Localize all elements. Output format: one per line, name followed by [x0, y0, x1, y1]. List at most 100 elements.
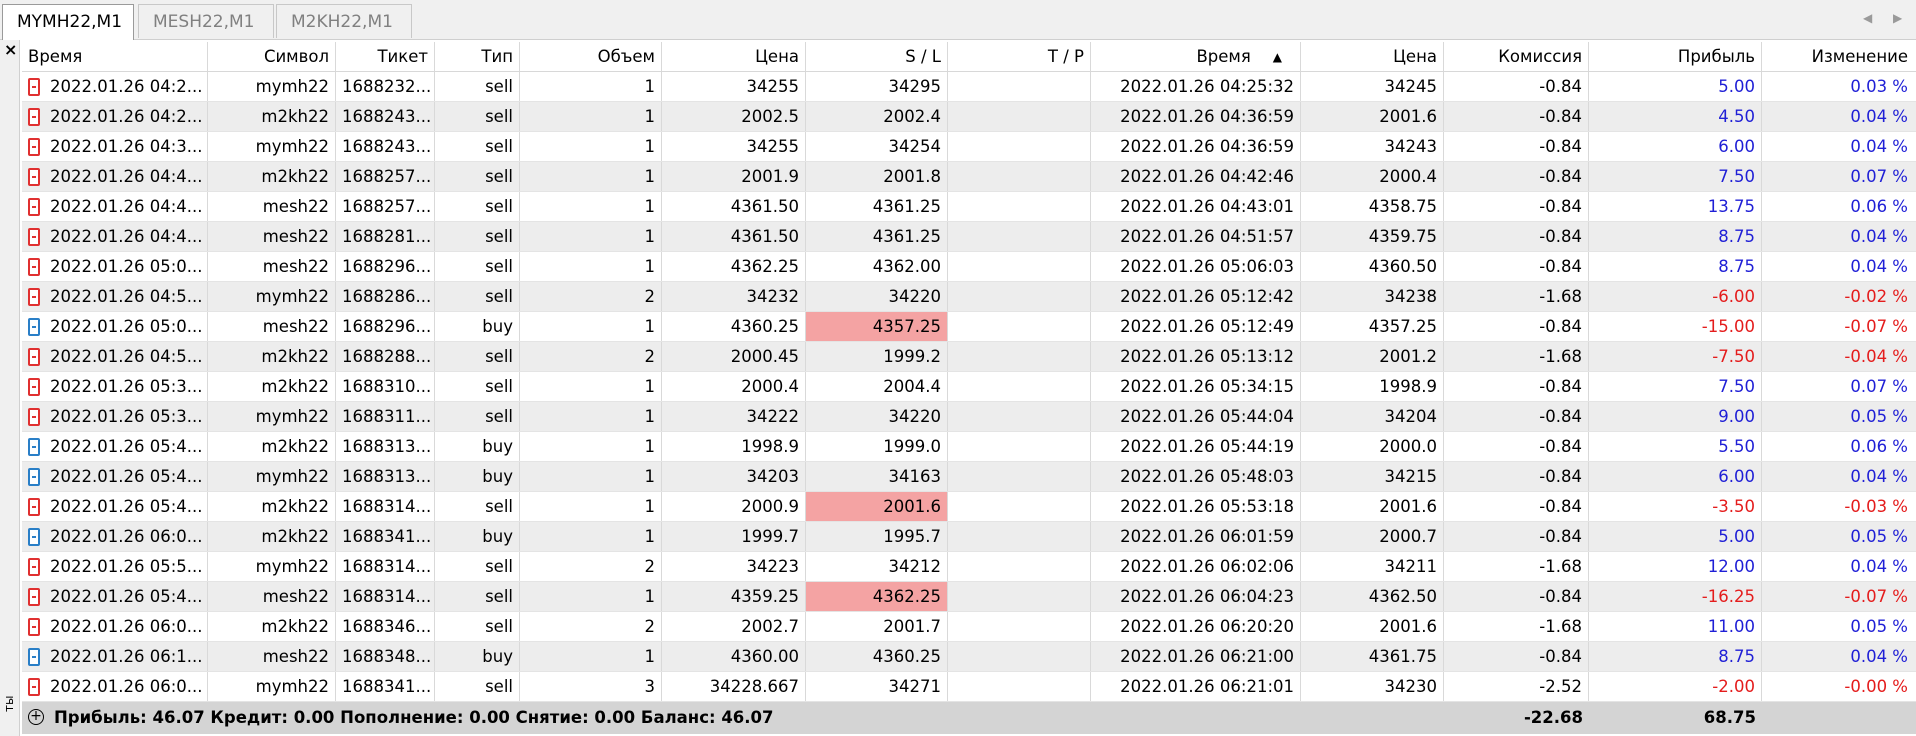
column-header-commission[interactable]: Комиссия [1444, 42, 1589, 71]
table-row[interactable]: 2022.01.26 05:4... mymh22 1688313... buy 1 34… [22, 462, 1916, 492]
cell-symbol: mymh22 [208, 462, 336, 491]
table-row[interactable]: 2022.01.26 06:0... m2kh22 1688341... buy 1 19… [22, 522, 1916, 552]
column-header-volume[interactable]: Объем [520, 42, 662, 71]
toolbox-label[interactable]: ты [2, 696, 16, 712]
buy-deal-icon [28, 318, 40, 336]
column-header-tp[interactable]: T / P [948, 42, 1091, 71]
cell-commission: -0.84 [1444, 642, 1589, 671]
cell-commission: -1.68 [1444, 282, 1589, 311]
cell-close-price: 4362.50 [1301, 582, 1444, 611]
column-header-type[interactable]: Тип [435, 42, 520, 71]
cell-tp [948, 612, 1091, 641]
cell-tp [948, 522, 1091, 551]
cell-sl: 1995.7 [806, 522, 948, 551]
cell-symbol: m2kh22 [208, 432, 336, 461]
tab-mymh22-m1[interactable]: MYMH22,M1 [2, 4, 134, 40]
cell-tp [948, 582, 1091, 611]
cell-price: 2002.5 [662, 102, 806, 131]
cell-sl: 34220 [806, 402, 948, 431]
table-row[interactable]: 2022.01.26 05:3... mymh22 1688311... sell 1 3… [22, 402, 1916, 432]
table-row[interactable]: 2022.01.26 04:5... mymh22 1688286... sell 2 3… [22, 282, 1916, 312]
cell-close-price: 4359.75 [1301, 222, 1444, 251]
cell-volume: 1 [520, 372, 662, 401]
tab-m2kh22-m1[interactable]: M2KH22,M1 [276, 4, 412, 38]
sell-deal-icon [28, 408, 40, 426]
cell-type: sell [435, 372, 520, 401]
cell-symbol: mesh22 [208, 222, 336, 251]
cell-volume: 1 [520, 72, 662, 101]
cell-open-time: 2022.01.26 05:4... [22, 492, 208, 521]
open-time-text: 2022.01.26 04:2... [50, 107, 203, 126]
cell-profit: -16.25 [1589, 582, 1762, 611]
column-header-ticket[interactable]: Тикет [336, 42, 435, 71]
cell-ticket: 1688243... [336, 102, 435, 131]
total-commission: -22.68 [1523, 708, 1583, 727]
table-row[interactable]: 2022.01.26 04:4... mesh22 1688257... sell 1 4… [22, 192, 1916, 222]
cell-type: sell [435, 552, 520, 581]
cell-tp [948, 282, 1091, 311]
column-header-sl[interactable]: S / L [806, 42, 948, 71]
close-icon[interactable]: × [4, 40, 17, 59]
table-row[interactable]: 2022.01.26 05:4... m2kh22 1688314... sell 1 2… [22, 492, 1916, 522]
open-time-text: 2022.01.26 05:0... [50, 257, 203, 276]
column-header-price[interactable]: Цена [662, 42, 806, 71]
column-header-close-price[interactable]: Цена [1301, 42, 1444, 71]
cell-sl: 4362.00 [806, 252, 948, 281]
cell-sl: 2001.7 [806, 612, 948, 641]
cell-ticket: 1688314... [336, 492, 435, 521]
cell-commission: -0.84 [1444, 432, 1589, 461]
cell-volume: 1 [520, 132, 662, 161]
cell-volume: 2 [520, 342, 662, 371]
column-header-change[interactable]: Изменение [1762, 42, 1914, 71]
cell-type: sell [435, 192, 520, 221]
cell-volume: 2 [520, 282, 662, 311]
table-row[interactable]: 2022.01.26 05:5... mymh22 1688314... sell 2 3… [22, 552, 1916, 582]
open-time-text: 2022.01.26 05:4... [50, 437, 203, 456]
expand-icon[interactable]: + [28, 709, 44, 725]
cell-open-time: 2022.01.26 04:3... [22, 132, 208, 161]
cell-symbol: mymh22 [208, 552, 336, 581]
cell-close-time: 2022.01.26 05:48:03 [1091, 462, 1301, 491]
table-row[interactable]: 2022.01.26 06:0... mymh22 1688341... sell 3 3… [22, 672, 1916, 702]
cell-change: 0.07 % [1850, 167, 1908, 186]
table-row[interactable]: 2022.01.26 05:0... mesh22 1688296... sell 1 4… [22, 252, 1916, 282]
cell-open-time: 2022.01.26 06:0... [22, 612, 208, 641]
cell-profit: 6.00 [1589, 132, 1762, 161]
cell-price: 34228.667 [662, 672, 806, 701]
scroll-right-icon[interactable]: ▶ [1893, 11, 1902, 25]
tab-mesh22-m1[interactable]: MESH22,M1 [138, 4, 274, 38]
cell-open-time: 2022.01.26 05:3... [22, 402, 208, 431]
table-row[interactable]: 2022.01.26 04:4... m2kh22 1688257... sell 1 2… [22, 162, 1916, 192]
cell-ticket: 1688257... [336, 162, 435, 191]
table-row[interactable]: 2022.01.26 04:2... m2kh22 1688243... sell 1 2… [22, 102, 1916, 132]
cell-symbol: m2kh22 [208, 492, 336, 521]
cell-tp [948, 342, 1091, 371]
table-row[interactable]: 2022.01.26 04:3... mymh22 1688243... sell 1 3… [22, 132, 1916, 162]
cell-volume: 1 [520, 522, 662, 551]
cell-change: -0.03 % [1844, 497, 1908, 516]
column-header-symbol[interactable]: Символ [208, 42, 336, 71]
table-row[interactable]: 2022.01.26 05:4... m2kh22 1688313... buy 1 19… [22, 432, 1916, 462]
cell-ticket: 1688341... [336, 522, 435, 551]
table-row[interactable]: 2022.01.26 04:5... m2kh22 1688288... sell 2 2… [22, 342, 1916, 372]
cell-open-time: 2022.01.26 04:5... [22, 282, 208, 311]
cell-type: sell [435, 72, 520, 101]
column-header-profit[interactable]: Прибыль [1589, 42, 1762, 71]
column-header-open-time[interactable]: Время [22, 42, 208, 71]
table-row[interactable]: 2022.01.26 05:3... m2kh22 1688310... sell 1 2… [22, 372, 1916, 402]
cell-price: 4362.25 [662, 252, 806, 281]
cell-type: sell [435, 342, 520, 371]
table-row[interactable]: 2022.01.26 04:4... mesh22 1688281... sell 1 4… [22, 222, 1916, 252]
table-row[interactable]: 2022.01.26 04:2... mymh22 1688232... sell 1 3… [22, 72, 1916, 102]
open-time-text: 2022.01.26 05:3... [50, 377, 203, 396]
scroll-left-icon[interactable]: ◀ [1863, 11, 1872, 25]
open-time-text: 2022.01.26 04:2... [50, 77, 203, 96]
column-header-close-time[interactable]: Время ▲ [1091, 42, 1301, 71]
table-row[interactable]: 2022.01.26 06:1... mesh22 1688348... buy 1 43… [22, 642, 1916, 672]
cell-sl: 2001.8 [806, 162, 948, 191]
cell-close-time: 2022.01.26 04:42:46 [1091, 162, 1301, 191]
table-row[interactable]: 2022.01.26 06:0... m2kh22 1688346... sell 2 2… [22, 612, 1916, 642]
table-row[interactable]: 2022.01.26 05:4... mesh22 1688314... sell 1 4… [22, 582, 1916, 612]
buy-deal-icon [28, 648, 40, 666]
table-row[interactable]: 2022.01.26 05:0... mesh22 1688296... buy 1 43… [22, 312, 1916, 342]
